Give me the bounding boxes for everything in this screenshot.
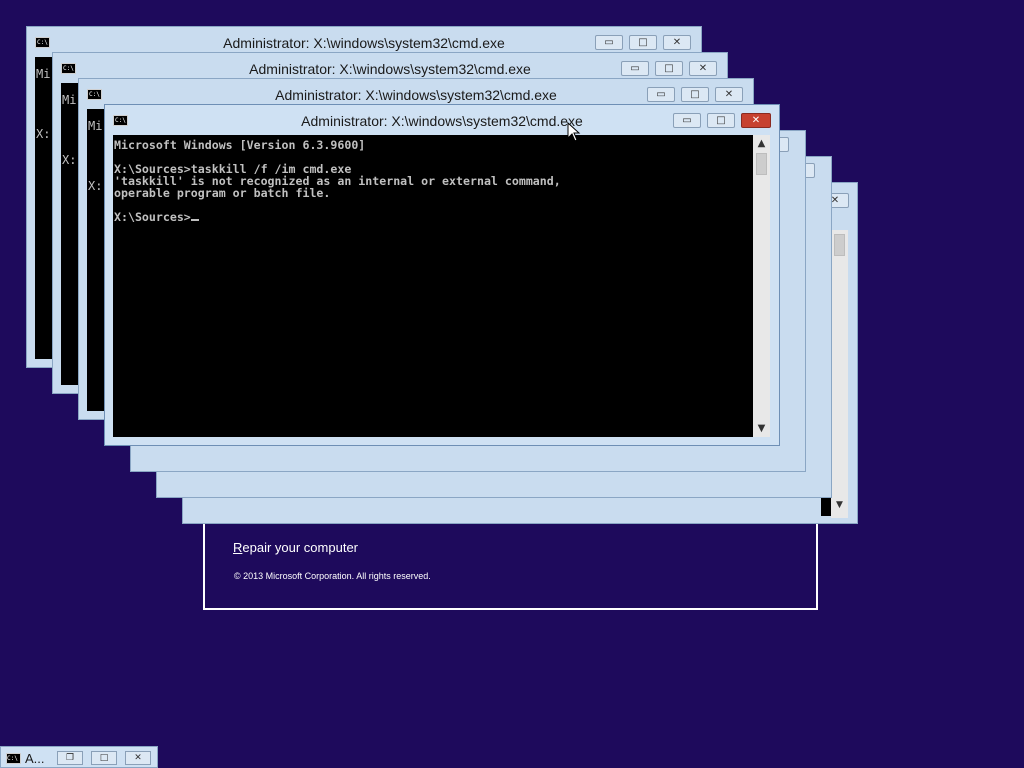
maximize-button[interactable]: □: [629, 35, 657, 50]
minimize-button[interactable]: ▭: [595, 35, 623, 50]
mouse-pointer-icon: [567, 122, 581, 142]
cmd-window-active[interactable]: C:\ Administrator: X:\windows\system32\c…: [104, 104, 780, 446]
scroll-down-arrow[interactable]: ▼: [831, 500, 848, 510]
close-button[interactable]: ✕: [715, 87, 743, 102]
cmd-icon: C:\: [6, 753, 21, 764]
console-output[interactable]: Microsoft Windows [Version 6.3.9600] X:\…: [113, 135, 753, 437]
vertical-scrollbar[interactable]: ▲ ▼: [753, 135, 770, 437]
minimized-title: A...: [25, 751, 45, 766]
console-line: Microsoft Windows [Version 6.3.9600]: [114, 138, 366, 152]
minimize-button[interactable]: ▭: [673, 113, 701, 128]
copyright-text: © 2013 Microsoft Corporation. All rights…: [234, 571, 431, 581]
text-cursor: [190, 219, 199, 221]
scroll-thumb[interactable]: [756, 153, 767, 175]
maximize-button[interactable]: □: [655, 61, 683, 76]
close-button[interactable]: ✕: [663, 35, 691, 50]
console-prompt: X:\Sources>: [114, 210, 191, 224]
restore-button[interactable]: ❐: [57, 751, 83, 765]
close-button[interactable]: ✕: [741, 113, 771, 128]
maximize-button[interactable]: □: [91, 751, 117, 765]
minimize-button[interactable]: ▭: [621, 61, 649, 76]
close-button[interactable]: ✕: [689, 61, 717, 76]
scrollbar-back-window[interactable]: ▼: [831, 230, 848, 518]
minimized-cmd-window[interactable]: C:\ A... ❐ □ ✕: [0, 746, 158, 768]
scroll-down-arrow[interactable]: ▼: [753, 420, 770, 437]
scroll-thumb[interactable]: [834, 234, 845, 256]
repair-your-computer-link[interactable]: Repair your computer: [233, 540, 358, 555]
close-button[interactable]: ✕: [125, 751, 151, 765]
maximize-button[interactable]: □: [681, 87, 709, 102]
minimize-button[interactable]: ▭: [647, 87, 675, 102]
scroll-up-arrow[interactable]: ▲: [753, 135, 770, 152]
maximize-button[interactable]: □: [707, 113, 735, 128]
console-line: operable program or batch file.: [114, 186, 331, 200]
